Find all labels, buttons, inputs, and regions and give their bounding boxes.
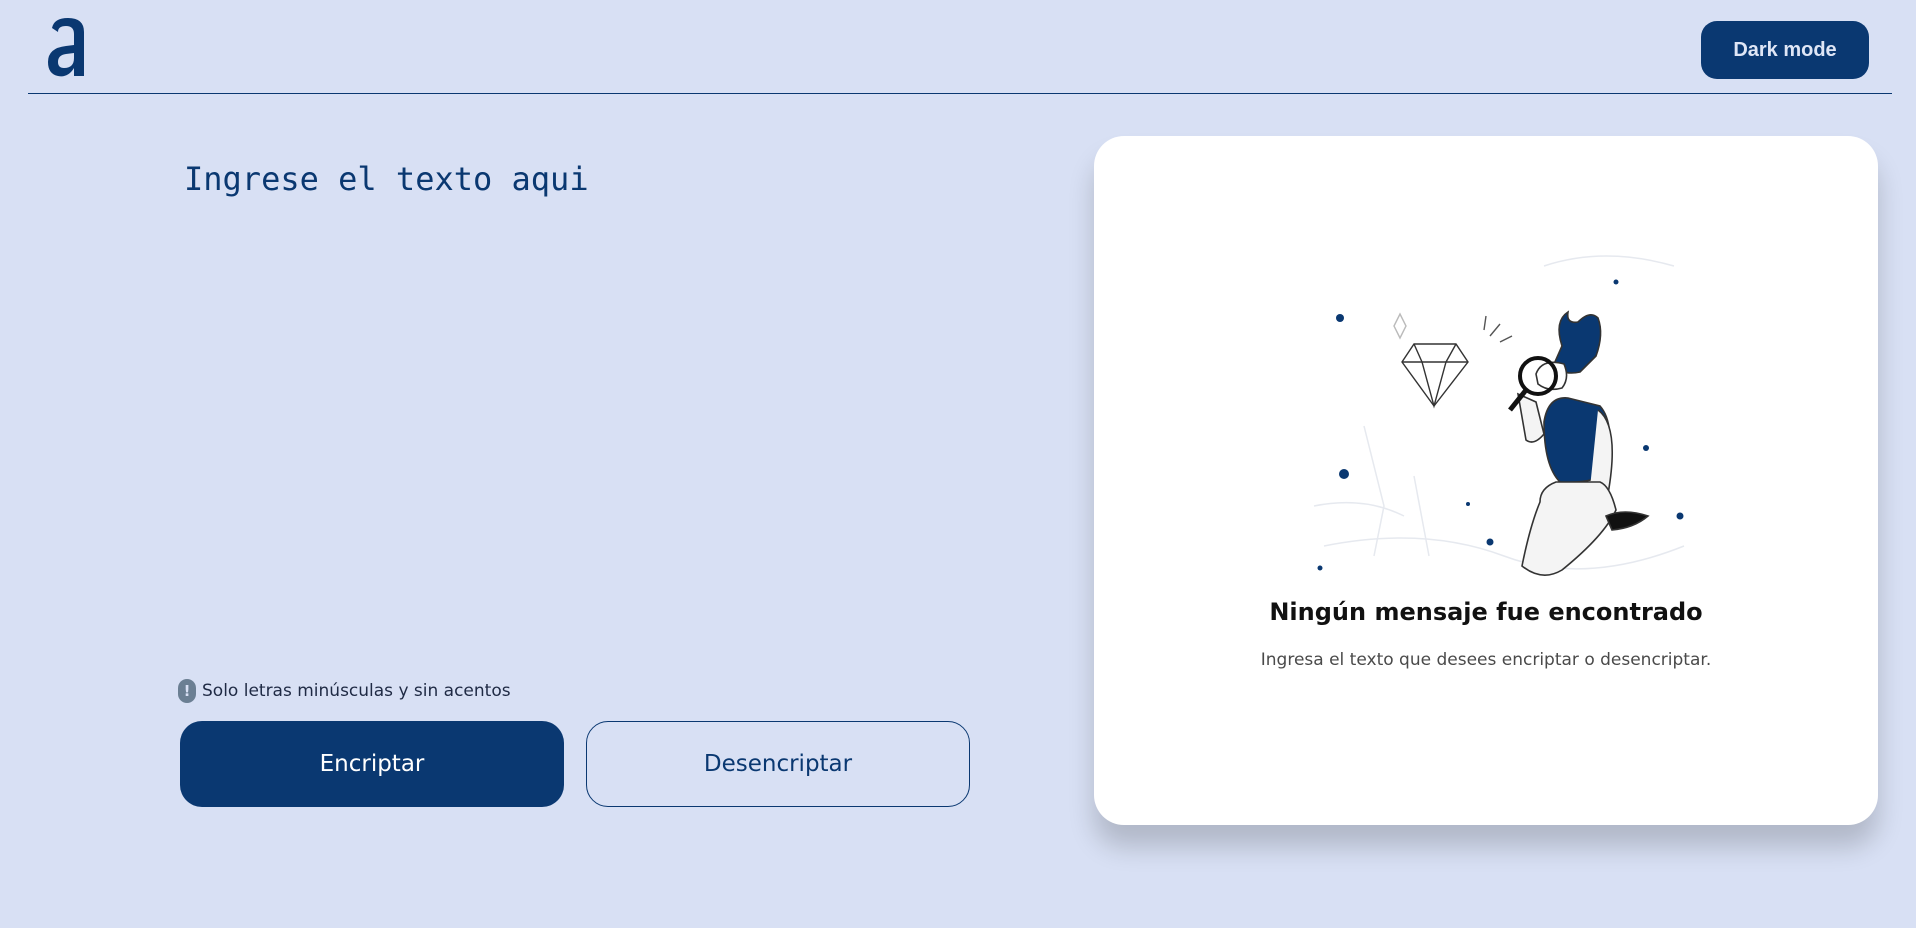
- encrypt-button[interactable]: Encriptar: [180, 721, 564, 807]
- input-hint: ! Solo letras minúsculas y sin acentos: [178, 678, 511, 704]
- header: Dark mode: [28, 0, 1892, 94]
- decrypt-button[interactable]: Desencriptar: [586, 721, 970, 807]
- no-message-subtitle: Ingresa el texto que desees encriptar o …: [1260, 650, 1712, 670]
- result-panel: Ningún mensaje fue encontrado Ingresa el…: [1094, 136, 1878, 825]
- exclamation-circle-icon: !: [178, 679, 196, 703]
- alura-a-logo-icon[interactable]: [46, 18, 88, 78]
- text-input[interactable]: [184, 160, 1004, 640]
- dark-mode-button[interactable]: Dark mode: [1701, 21, 1869, 79]
- no-message-title: Ningún mensaje fue encontrado: [1269, 598, 1703, 626]
- person-with-magnifying-glass-illustration: [1313, 255, 1685, 576]
- hint-text: Solo letras minúsculas y sin acentos: [202, 681, 511, 701]
